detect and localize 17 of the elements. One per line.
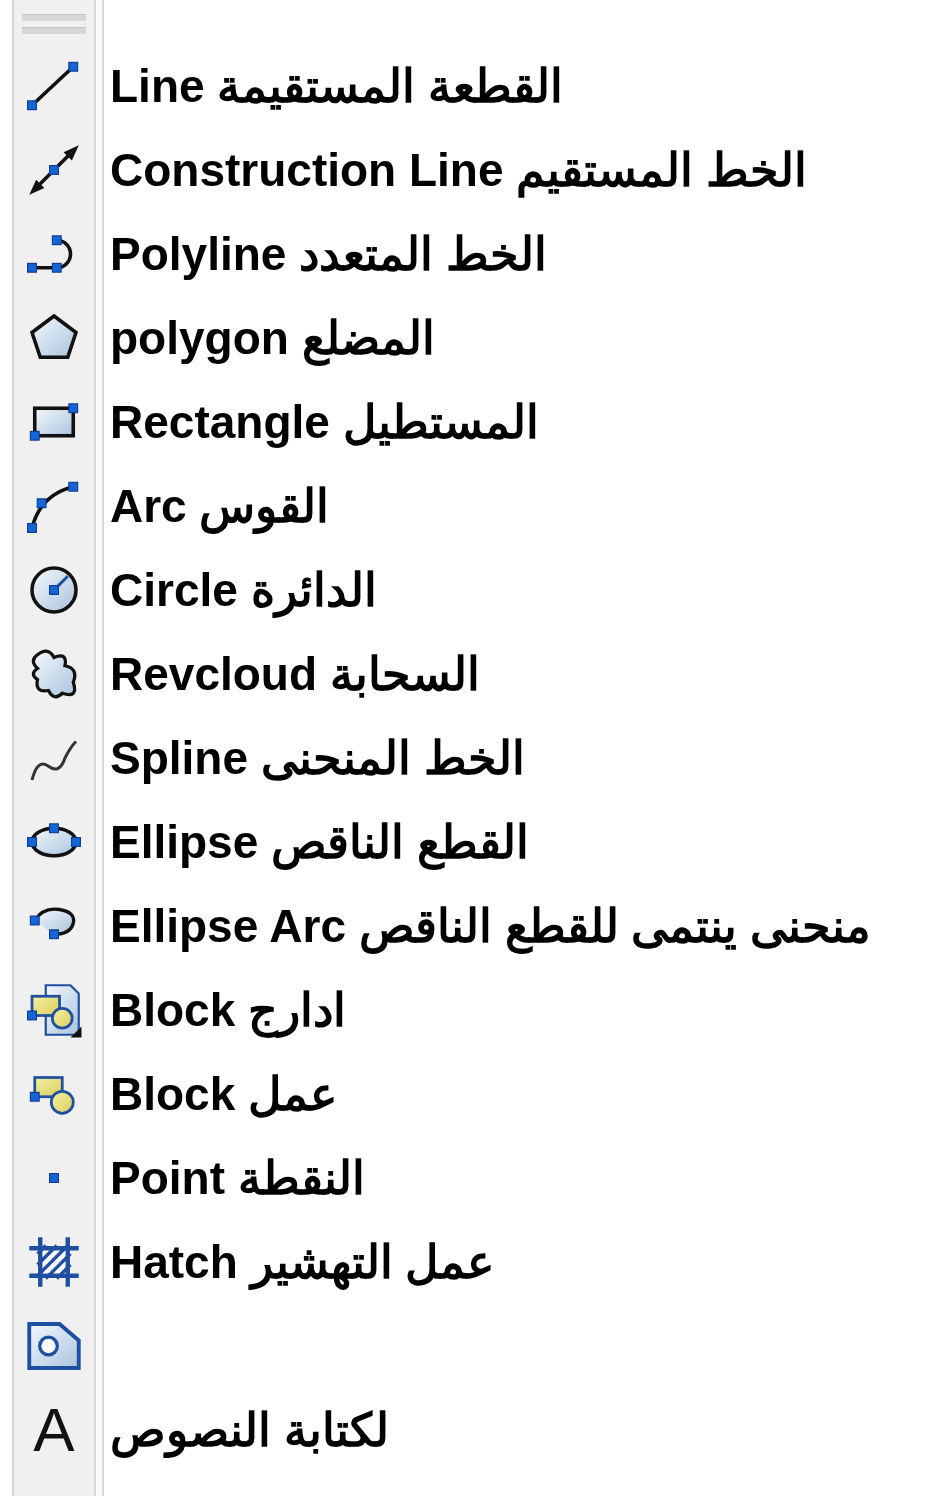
tool-label: Hatch عمل التهشير: [110, 1235, 495, 1289]
text-tool-button[interactable]: A: [33, 1399, 75, 1461]
tool-label: Rectangle المستطيل: [110, 395, 539, 449]
tool-label: polygon المضلع: [110, 311, 435, 365]
tool-label: Block ادارج: [110, 983, 347, 1037]
tool-label: Block عمل: [110, 1067, 338, 1121]
tool-label: Arc القوس: [110, 479, 330, 533]
tool-label: Revcloud السحابة: [110, 647, 480, 701]
tool-label: Spline الخط المنحنى: [110, 731, 525, 785]
tool-label: Ellipse Arc منحنى ينتمى للقطع الناقص: [110, 899, 872, 953]
tool-label: Construction Line الخط المستقيم: [110, 143, 808, 197]
tool-label: Line القطعة المستقيمة: [110, 59, 564, 113]
tool-label: Circle الدائرة: [110, 563, 377, 617]
tool-label: Point النقطة: [110, 1151, 365, 1205]
tool-label: Polyline الخط المتعدد: [110, 227, 547, 281]
tool-label: Ellipse القطع الناقص: [110, 815, 529, 869]
tool-label: لكتابة النصوص: [110, 1403, 389, 1457]
